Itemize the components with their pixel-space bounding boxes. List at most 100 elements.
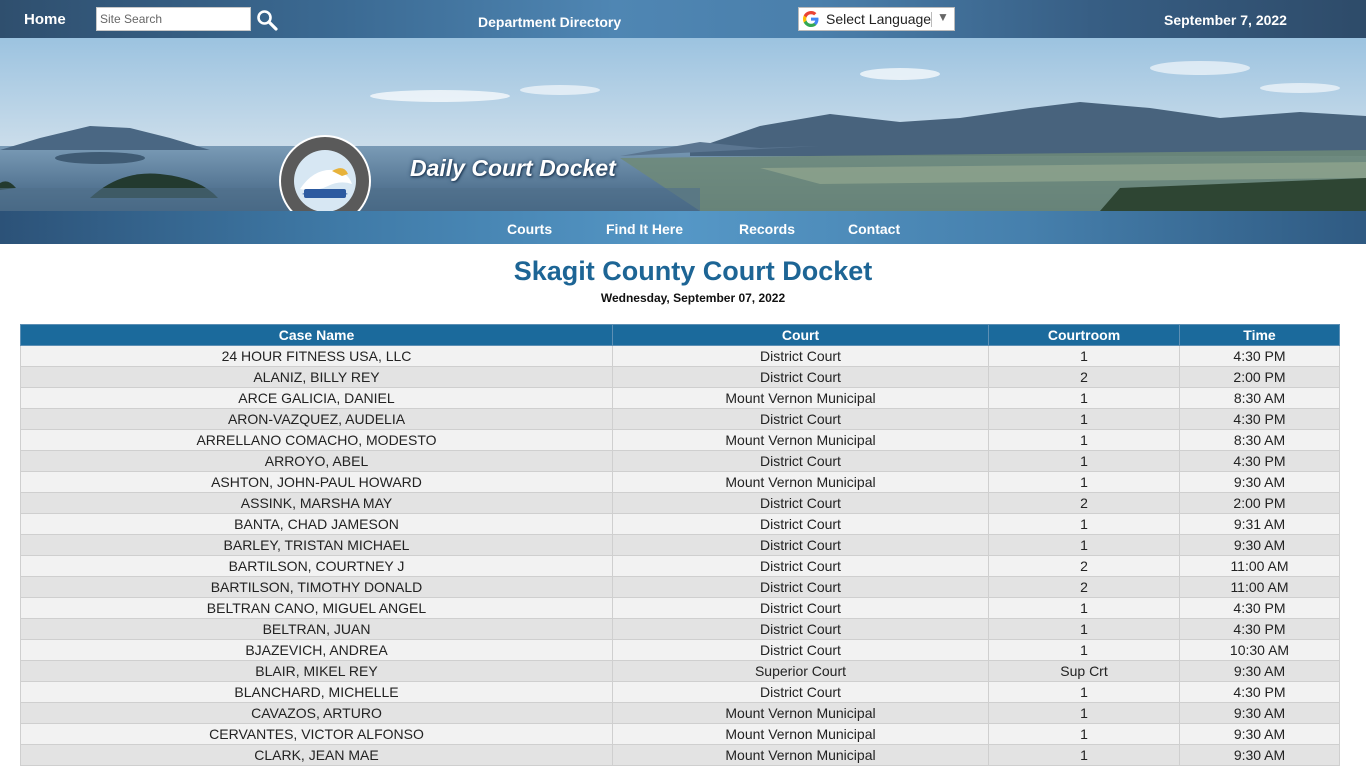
time-cell: 8:30 AM [1179, 387, 1340, 409]
language-select[interactable]: Select Language ▼ [798, 7, 955, 31]
case-name-cell: BELTRAN, JUAN [20, 618, 613, 640]
time-cell: 4:30 PM [1179, 597, 1340, 619]
table-row: 24 HOUR FITNESS USA, LLC District Court 1 4… [20, 345, 1340, 367]
case-name-cell: BANTA, CHAD JAMESON [20, 513, 613, 535]
courtroom-cell: 1 [988, 681, 1180, 703]
table-row: ASSINK, MARSHA MAY District Court 2 2:00 PM [20, 492, 1340, 514]
court-cell: District Court [612, 681, 989, 703]
courtroom-cell: 1 [988, 744, 1180, 766]
page-title: Skagit County Court Docket [513, 256, 873, 286]
time-cell: 11:00 AM [1179, 555, 1340, 577]
case-name-cell: CLARK, JEAN MAE [20, 744, 613, 766]
case-name-cell: BELTRAN CANO, MIGUEL ANGEL [20, 597, 613, 619]
time-cell: 9:30 AM [1179, 702, 1340, 724]
case-name-cell: CAVAZOS, ARTURO [20, 702, 613, 724]
court-cell: Mount Vernon Municipal [612, 744, 989, 766]
table-row: BLANCHARD, MICHELLE District Court 1 4:30 P… [20, 681, 1340, 703]
court-cell: Mount Vernon Municipal [612, 471, 989, 493]
case-name-cell: ASSINK, MARSHA MAY [20, 492, 613, 514]
time-cell: 10:30 AM [1179, 639, 1340, 661]
time-cell: 9:30 AM [1179, 471, 1340, 493]
home-link[interactable]: Home [24, 11, 66, 28]
table-row: CERVANTES, VICTOR ALFONSO Mount Vernon Mu… [20, 723, 1340, 745]
table-row: CLARK, JEAN MAE Mount Vernon Municipal 1 9:… [20, 744, 1340, 766]
time-cell: 9:30 AM [1179, 723, 1340, 745]
column-header-courtroom[interactable]: Courtroom [988, 324, 1180, 346]
court-cell: District Court [612, 555, 989, 577]
table-row: ARRELLANO COMACHO, MODESTO Mount Vernon M… [20, 429, 1340, 451]
table-row: BJAZEVICH, ANDREA District Court 1 10:30 AM [20, 639, 1340, 661]
table-row: BARTILSON, COURTNEY J District Court 2 11:0… [20, 555, 1340, 577]
courtroom-cell: Sup Crt [988, 660, 1180, 682]
nav-find-it-here[interactable]: Find It Here [606, 221, 683, 237]
courtroom-cell: 1 [988, 534, 1180, 556]
courtroom-cell: 1 [988, 429, 1180, 451]
time-cell: 8:30 AM [1179, 429, 1340, 451]
courtroom-cell: 2 [988, 555, 1180, 577]
nav-contact[interactable]: Contact [848, 221, 900, 237]
table-row: ARROYO, ABEL District Court 1 4:30 PM [20, 450, 1340, 472]
time-cell: 2:00 PM [1179, 366, 1340, 388]
top-bar: Home Department Directory Select Languag… [0, 0, 1366, 38]
courtroom-cell: 2 [988, 576, 1180, 598]
column-header-case-name[interactable]: Case Name [20, 324, 613, 346]
case-name-cell: 24 HOUR FITNESS USA, LLC [20, 345, 613, 367]
court-cell: District Court [612, 345, 989, 367]
table-row: CAVAZOS, ARTURO Mount Vernon Municipal 1 9:… [20, 702, 1340, 724]
main-nav: Courts Find It Here Records Contact [0, 211, 1366, 244]
column-header-court[interactable]: Court [612, 324, 989, 346]
courtroom-cell: 2 [988, 366, 1180, 388]
case-name-cell: BARTILSON, COURTNEY J [20, 555, 613, 577]
case-name-cell: ARON-VAZQUEZ, AUDELIA [20, 408, 613, 430]
time-cell: 9:31 AM [1179, 513, 1340, 535]
court-cell: District Court [612, 576, 989, 598]
nav-courts[interactable]: Courts [507, 221, 552, 237]
time-cell: 9:30 AM [1179, 534, 1340, 556]
courtroom-cell: 1 [988, 387, 1180, 409]
language-divider [931, 12, 932, 27]
case-name-cell: BARTILSON, TIMOTHY DONALD [20, 576, 613, 598]
time-cell: 11:00 AM [1179, 576, 1340, 598]
google-icon [802, 10, 820, 28]
case-name-cell: BARLEY, TRISTAN MICHAEL [20, 534, 613, 556]
page-date: Wednesday, September 07, 2022 [600, 291, 786, 305]
case-name-cell: BLAIR, MIKEL REY [20, 660, 613, 682]
time-cell: 9:30 AM [1179, 660, 1340, 682]
search-input[interactable] [96, 7, 251, 31]
court-cell: District Court [612, 597, 989, 619]
department-directory-link[interactable]: Department Directory [478, 14, 621, 30]
case-name-cell: BJAZEVICH, ANDREA [20, 639, 613, 661]
county-seal-logo [279, 135, 371, 211]
courtroom-cell: 1 [988, 471, 1180, 493]
courtroom-cell: 1 [988, 702, 1180, 724]
table-header-row: Case Name Court Courtroom Time [20, 324, 1340, 346]
table-row: BANTA, CHAD JAMESON District Court 1 9:31 A… [20, 513, 1340, 535]
table-row: ASHTON, JOHN-PAUL HOWARD Mount Vernon Mun… [20, 471, 1340, 493]
courtroom-cell: 1 [988, 450, 1180, 472]
table-row: BARTILSON, TIMOTHY DONALD District Court 2… [20, 576, 1340, 598]
court-cell: District Court [612, 639, 989, 661]
case-name-cell: ASHTON, JOHN-PAUL HOWARD [20, 471, 613, 493]
table-row: BELTRAN CANO, MIGUEL ANGEL District Court… [20, 597, 1340, 619]
time-cell: 4:30 PM [1179, 345, 1340, 367]
case-name-cell: ARRELLANO COMACHO, MODESTO [20, 429, 613, 451]
case-name-cell: BLANCHARD, MICHELLE [20, 681, 613, 703]
header-date: September 7, 2022 [1164, 12, 1287, 28]
search-icon[interactable] [256, 9, 278, 31]
time-cell: 4:30 PM [1179, 618, 1340, 640]
courtroom-cell: 1 [988, 597, 1180, 619]
courtroom-cell: 1 [988, 408, 1180, 430]
column-header-time[interactable]: Time [1179, 324, 1340, 346]
courtroom-cell: 1 [988, 639, 1180, 661]
table-row: BLAIR, MIKEL REY Superior Court Sup Crt 9:3… [20, 660, 1340, 682]
case-name-cell: CERVANTES, VICTOR ALFONSO [20, 723, 613, 745]
case-name-cell: ALANIZ, BILLY REY [20, 366, 613, 388]
table-row: BELTRAN, JUAN District Court 1 4:30 PM [20, 618, 1340, 640]
court-cell: District Court [612, 450, 989, 472]
time-cell: 4:30 PM [1179, 450, 1340, 472]
time-cell: 2:00 PM [1179, 492, 1340, 514]
court-cell: District Court [612, 513, 989, 535]
nav-records[interactable]: Records [739, 221, 795, 237]
table-row: ALANIZ, BILLY REY District Court 2 2:00 PM [20, 366, 1340, 388]
table-row: ARCE GALICIA, DANIEL Mount Vernon Municip… [20, 387, 1340, 409]
